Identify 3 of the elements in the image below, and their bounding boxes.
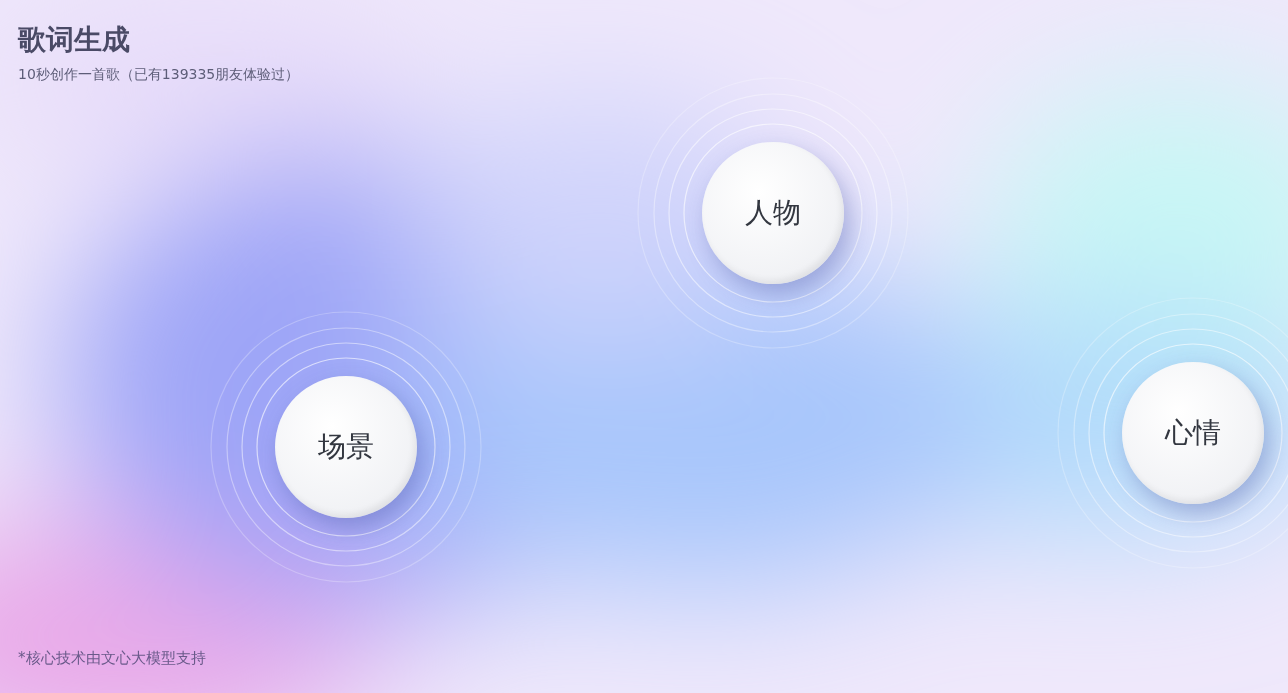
page-subtitle: 10秒创作一首歌（已有139335朋友体验过） bbox=[18, 65, 300, 84]
footer-note: *核心技术由文心大模型支持 bbox=[18, 648, 206, 669]
page-title: 歌词生成 bbox=[18, 22, 130, 58]
